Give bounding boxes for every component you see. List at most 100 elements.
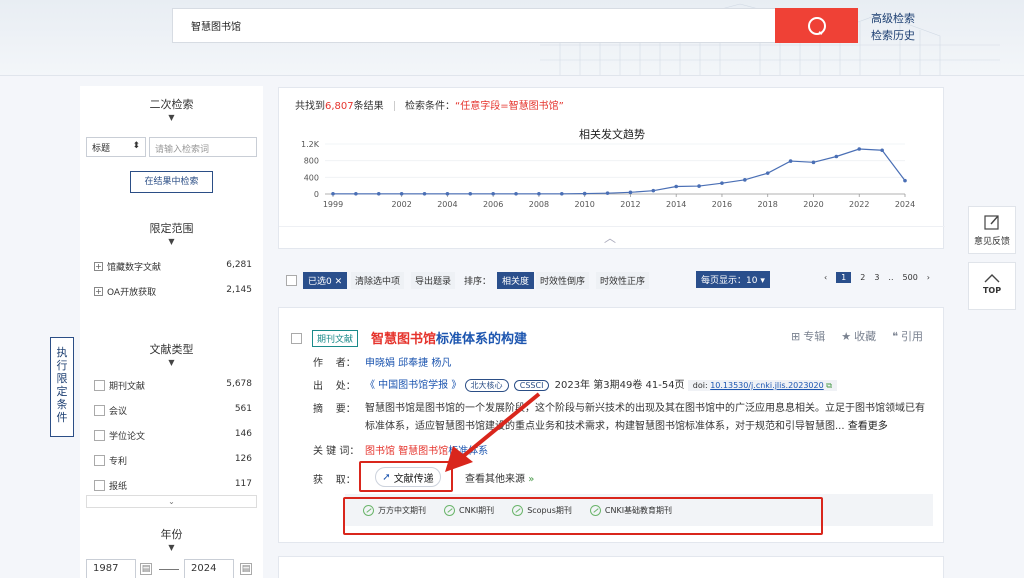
data-point — [422, 191, 427, 196]
x-tick-label: 2004 — [437, 200, 457, 209]
year-title: 年份 — [160, 528, 183, 541]
checkbox[interactable] — [94, 430, 105, 441]
calendar-icon[interactable]: ▤ — [240, 563, 252, 575]
page-link[interactable]: 1 — [836, 272, 852, 283]
zhuanji-label: 专辑 — [803, 330, 826, 343]
data-point — [880, 148, 884, 153]
selected-count-badge[interactable]: 已选0 ✕ — [303, 272, 348, 289]
data-point — [537, 191, 541, 196]
star-icon: ★ — [841, 329, 852, 343]
search-in-results-button[interactable]: 在结果中检索 — [130, 171, 213, 193]
advanced-search-link[interactable]: 高级检索 — [871, 10, 915, 26]
zhuanji-button[interactable]: ⊞ 专辑 — [791, 328, 825, 344]
edit-icon — [984, 215, 999, 230]
pagination: ‹ 1 2 3 .. 500 › — [824, 272, 930, 283]
condition-value: “任意字段=智慧图书馆” — [455, 101, 564, 112]
export-button[interactable]: 导出题录 — [411, 272, 456, 289]
doctype-item[interactable]: 报纸 117 — [94, 479, 252, 492]
secondary-search-input[interactable]: 请输入检索词 — [149, 137, 257, 157]
expand-more-button[interactable]: ⌄ — [86, 495, 257, 508]
doctype-label: 专利 — [109, 457, 128, 467]
feedback-label: 意见反馈 — [973, 237, 1010, 247]
doctype-label: 学位论文 — [109, 432, 146, 442]
caret-down-icon: ▼ — [168, 237, 175, 246]
condition-label: 检索条件： — [405, 101, 456, 112]
data-point — [628, 190, 633, 195]
get-label: 获 取： — [313, 475, 356, 486]
page-link[interactable]: 3 — [874, 273, 879, 282]
search-icon — [807, 16, 826, 35]
next-page-icon[interactable]: › — [927, 273, 930, 282]
page-link[interactable]: 2 — [860, 273, 865, 282]
select-arrow-icon: ⬍ — [132, 141, 140, 151]
cite-button[interactable]: ❝ 引用 — [892, 328, 923, 344]
calendar-icon[interactable]: ▤ — [140, 563, 152, 575]
checkbox[interactable] — [94, 480, 105, 491]
execute-filter-button[interactable]: 执行限定条件 — [50, 337, 74, 437]
expand-plus-icon[interactable]: + — [94, 287, 103, 296]
checkbox[interactable] — [94, 380, 105, 391]
scope-item[interactable]: + OA开放获取 2,145 — [94, 285, 252, 298]
secondary-search-placeholder: 请输入检索词 — [155, 145, 210, 155]
result-title-link[interactable]: 智慧图书馆标准体系的构建 — [371, 328, 527, 347]
sort-relevance-button[interactable]: 相关度 — [497, 272, 535, 289]
collapse-chevron-icon[interactable]: ︿ — [604, 229, 616, 246]
result-card: 期刊文献 智慧图书馆标准体系的构建 ⊞ 专辑 ★ 收藏 ❝ 引用 作 者： 申晓娟 邱… — [278, 307, 944, 543]
field-select[interactable]: 标题 ⬍ — [86, 137, 146, 157]
range-dash — [159, 569, 179, 570]
doctype-item[interactable]: 学位论文 146 — [94, 429, 252, 442]
result-summary: 共找到6,807条结果 检索条件：“任意字段=智慧图书馆” — [295, 97, 564, 112]
data-point — [331, 191, 335, 196]
doctype-count: 117 — [234, 479, 252, 489]
clear-selection-button[interactable]: 清除选中项 — [351, 272, 405, 289]
collect-button[interactable]: ★ 收藏 — [841, 328, 876, 344]
doctype-count: 126 — [234, 454, 252, 464]
series-line — [333, 148, 906, 195]
page-link[interactable]: 500 — [903, 273, 918, 282]
expand-plus-icon[interactable]: + — [94, 262, 103, 271]
data-point — [605, 191, 610, 195]
doctype-item[interactable]: 期刊文献 5,678 — [94, 379, 252, 392]
keyword-link[interactable]: 图书馆 — [365, 446, 395, 457]
result-checkbox[interactable] — [291, 333, 302, 344]
search-button[interactable] — [775, 8, 858, 43]
caret-down-icon: ▼ — [168, 113, 175, 122]
result-actions: ⊞ 专辑 ★ 收藏 ❝ 引用 — [791, 328, 923, 344]
doi-link[interactable]: 10.13530/j.cnki.jlis.2023020 — [710, 381, 824, 390]
summary-prefix: 共找到 — [295, 101, 325, 112]
data-point — [445, 191, 450, 196]
doctype-item[interactable]: 专利 126 — [94, 454, 252, 467]
x-tick-label: 2024 — [895, 200, 915, 209]
scope-item-label: OA开放获取 — [107, 288, 157, 298]
doctype-item[interactable]: 会议 561 — [94, 404, 252, 417]
search-input[interactable]: 智慧图书馆 — [172, 8, 776, 43]
data-point — [811, 160, 816, 165]
scope-item[interactable]: + 馆藏数字文献 6,281 — [94, 260, 252, 273]
prev-page-icon[interactable]: ‹ — [824, 273, 827, 282]
authors-link[interactable]: 申晓娟 邱奉捷 杨凡 — [365, 354, 451, 369]
year-from-input[interactable]: 1987 — [86, 559, 136, 578]
feedback-button[interactable]: 意见反馈 — [968, 206, 1016, 254]
doc-type-badge: 期刊文献 — [312, 330, 359, 347]
copy-icon[interactable]: ⧉ — [826, 381, 832, 390]
header-bar: 智慧图书馆 高级检索 检索历史 — [0, 0, 1024, 76]
sort-asc-button[interactable]: 时效性正序 — [596, 272, 650, 289]
data-point — [560, 191, 564, 196]
close-icon[interactable]: ✕ — [335, 277, 343, 287]
select-all-checkbox[interactable] — [286, 275, 297, 286]
year-to-input[interactable]: 2024 — [184, 559, 234, 578]
data-point — [903, 178, 907, 183]
show-more-link[interactable]: 查看更多 — [848, 421, 888, 432]
data-point — [582, 191, 587, 196]
data-point — [834, 154, 839, 159]
data-point — [376, 191, 381, 196]
checkbox[interactable] — [94, 405, 105, 416]
per-page-select[interactable]: 每页显示：10 ▾ — [696, 271, 770, 288]
back-to-top-button[interactable]: TOP — [968, 262, 1016, 310]
keywords-label: 关 键 词： — [313, 446, 360, 457]
sort-desc-button[interactable]: 时效性倒序 — [536, 272, 590, 289]
search-history-link[interactable]: 检索历史 — [871, 27, 915, 43]
checkbox[interactable] — [94, 455, 105, 466]
doctype-label: 期刊文献 — [109, 382, 146, 392]
x-tick-label: 2010 — [575, 200, 595, 209]
